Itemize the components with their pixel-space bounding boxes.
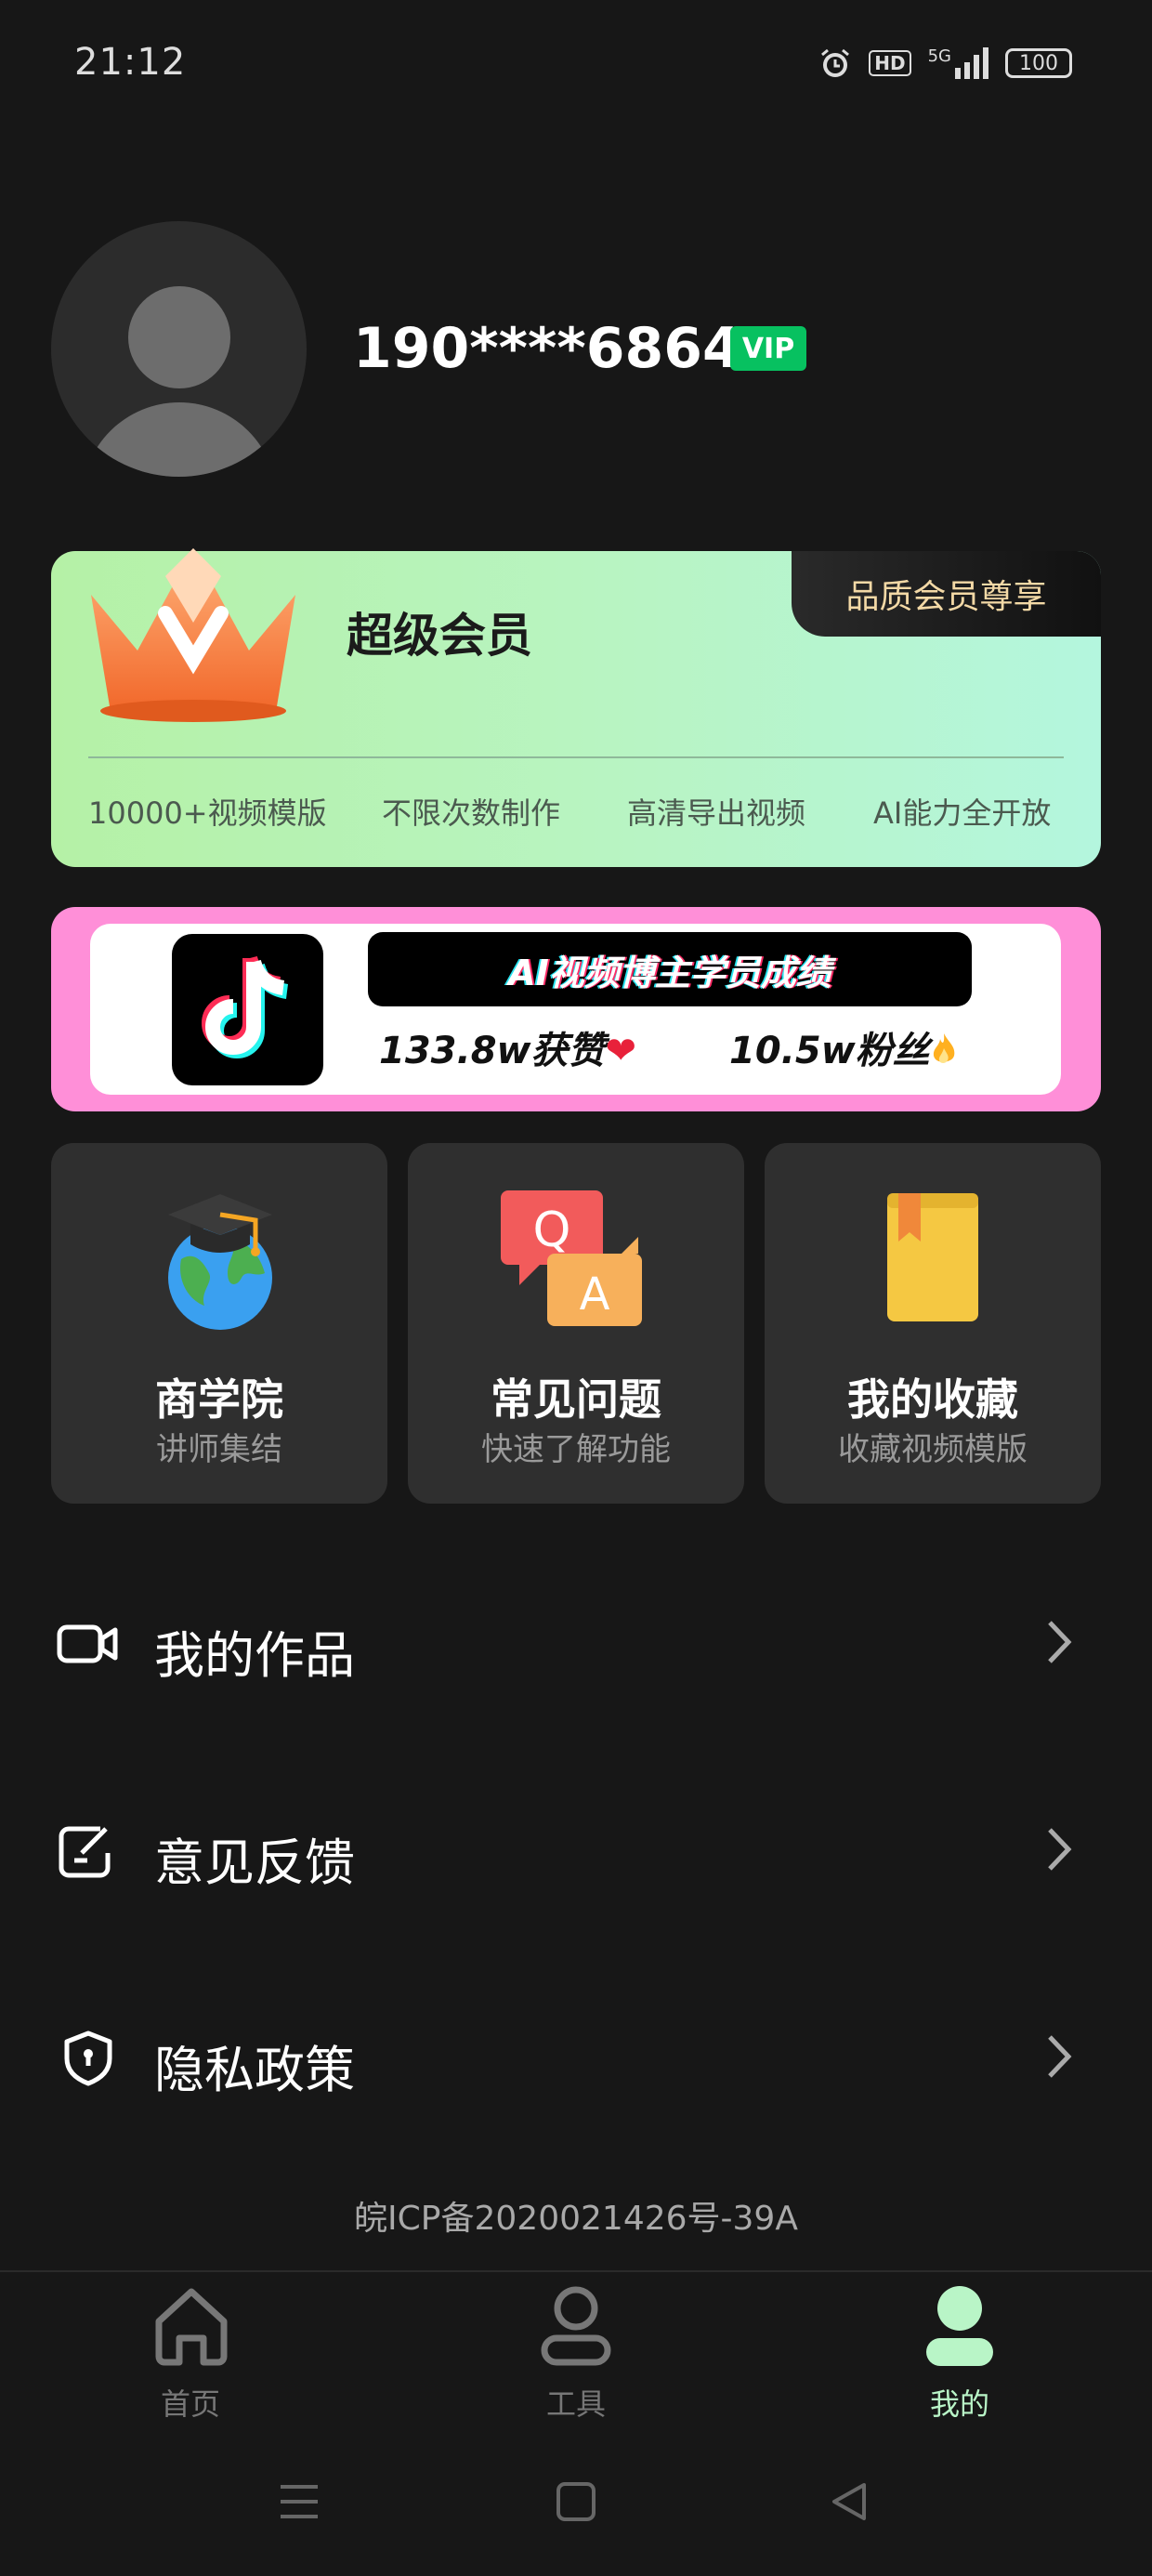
chevron-right-icon [1048, 2035, 1072, 2078]
menu-label: 我的作品 [154, 1626, 355, 1685]
hd-icon: HD [869, 50, 911, 76]
menu-item-privacy[interactable]: 隐私政策 [0, 1991, 1152, 2122]
avatar-head [128, 286, 230, 388]
banner-fans: 10.5w粉丝 [729, 1020, 958, 1074]
banner-likes-text: 133.8w获赞 [379, 1030, 606, 1072]
chevron-right-icon [1048, 1828, 1072, 1871]
graduation-globe-icon [168, 1194, 272, 1330]
icp-number[interactable]: 皖ICP备2020021426号-39A [0, 2191, 1152, 2240]
feedback-edit-icon [59, 1826, 111, 1878]
feature-card-subtitle: 快速了解功能 [481, 1431, 671, 1468]
svg-text:A: A [580, 1268, 610, 1321]
menu-label: 隐私政策 [154, 2041, 355, 2099]
back-icon[interactable] [829, 2481, 870, 2522]
svg-text:Q: Q [533, 1203, 571, 1258]
member-divider [88, 756, 1064, 758]
avatar[interactable] [51, 221, 307, 477]
shield-icon [64, 2031, 112, 2086]
member-feature: AI能力全开放 [873, 795, 1052, 831]
feature-card-subtitle: 收藏视频模版 [838, 1431, 1028, 1468]
person-outline-icon [541, 2286, 611, 2366]
tab-home[interactable]: 首页 [79, 2277, 302, 2425]
tab-label: 首页 [160, 2386, 220, 2422]
heart-icon: ❤ [605, 1030, 636, 1072]
menu-item-my-works[interactable]: 我的作品 [0, 1577, 1152, 1707]
person-filled-icon [926, 2286, 993, 2366]
video-camera-icon [57, 1624, 118, 1663]
vip-badge: VIP [730, 326, 806, 371]
tab-label: 工具 [545, 2386, 606, 2422]
book-icon [887, 1193, 978, 1321]
menu-icon[interactable] [279, 2481, 320, 2522]
feature-card-title: 常见问题 [491, 1374, 661, 1425]
chevron-right-icon [1048, 1621, 1072, 1663]
tab-mine[interactable]: 我的 [848, 2277, 1071, 2425]
fire-icon [933, 1033, 954, 1063]
feature-card-favorites[interactable]: 我的收藏 收藏视频模版 [765, 1143, 1101, 1504]
alarm-icon [821, 48, 850, 77]
status-icons: HD 5G 100 [818, 46, 1072, 80]
qa-icon: Q A [501, 1190, 642, 1326]
battery-icon: 100 [1005, 48, 1072, 78]
crown-icon [91, 548, 295, 722]
member-title: 超级会员 [347, 609, 532, 663]
feature-card-faq[interactable]: Q A 常见问题 快速了解功能 [408, 1143, 744, 1504]
feature-card-business-school[interactable]: 商学院 讲师集结 [51, 1143, 387, 1504]
home-square-icon[interactable] [556, 2481, 596, 2522]
banner-headline: AI视频博主学员成绩 [368, 932, 972, 1006]
feature-card-title: 商学院 [155, 1374, 283, 1425]
tab-tools[interactable]: 工具 [465, 2277, 687, 2425]
feature-card-title: 我的收藏 [847, 1374, 1018, 1425]
tiktok-logo-icon [172, 934, 323, 1085]
home-icon [155, 2288, 228, 2366]
username: 190****6864 [353, 316, 741, 381]
menu-item-feedback[interactable]: 意见反馈 [0, 1784, 1152, 1914]
member-feature: 10000+视频模版 [88, 795, 327, 831]
menu-label: 意见反馈 [154, 1833, 355, 1892]
member-feature: 不限次数制作 [382, 795, 561, 831]
tab-label: 我的 [929, 2386, 989, 2422]
member-tag: 品质会员尊享 [792, 551, 1101, 637]
status-time: 21:12 [74, 41, 187, 84]
feature-card-subtitle: 讲师集结 [156, 1431, 282, 1468]
member-feature: 高清导出视频 [627, 795, 806, 831]
network-label: 5G [927, 46, 951, 66]
signal-icon [955, 47, 988, 79]
banner-likes: 133.8w获赞❤ [379, 1020, 636, 1074]
banner-fans-text: 10.5w粉丝 [729, 1030, 930, 1072]
avatar-body [82, 402, 277, 477]
tab-bar-divider [0, 2270, 1152, 2272]
